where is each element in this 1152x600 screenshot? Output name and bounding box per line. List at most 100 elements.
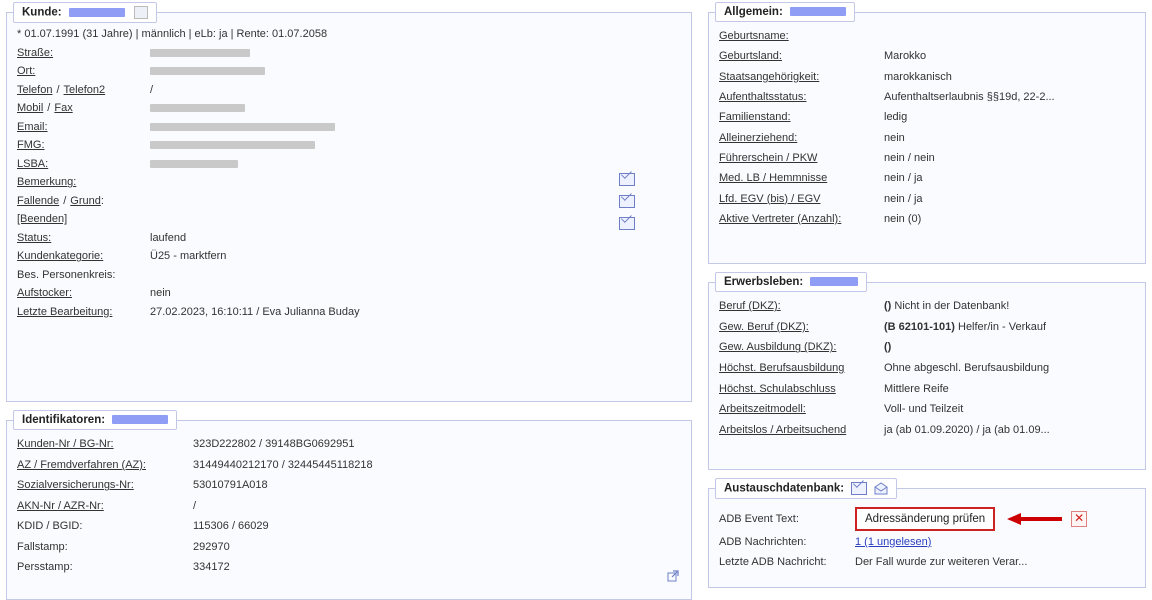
lsba-value-redacted [150,159,238,168]
allgemein-panel: Allgemein: Geburtsname: Geburtsland: Maro… [708,2,1146,264]
erwerb-row-code: () [884,300,892,313]
aufstocker-link[interactable]: Aufstocker: [17,287,150,299]
allgemein-row-label[interactable]: Alleinerziehend: [719,132,884,144]
strasse-link[interactable]: Straße: [17,47,150,59]
ident-row-label: Fallstamp: [17,540,68,553]
allgemein-row-label[interactable]: Familienstand: [719,111,884,123]
adb-panel: Austauschdatenbank: ADB Event Text: Adre… [708,478,1146,588]
allgemein-row-label[interactable]: Geburtsland: [719,50,884,62]
bemerkung-link[interactable]: Bemerkung: [17,176,76,188]
letzte-bearbeitung-link[interactable]: Letzte Bearbeitung: [17,306,150,318]
allgemein-row-label[interactable]: Med. LB / Hemmnisse [719,172,884,184]
lsba-mail-icon[interactable] [619,217,635,230]
ort-link[interactable]: Ort: [17,65,150,77]
erwerb-row-label[interactable]: Höchst. Berufsausbildung [719,362,884,374]
ident-row-label[interactable]: Sozialversicherungs-Nr: [17,479,193,491]
adb-letzte-value: Der Fall wurde zur weiteren Verar... [855,556,1028,568]
status-link[interactable]: Status: [17,232,150,244]
allgemein-row-value: Aufenthaltserlaubnis §§19d, 22-2... [884,91,1055,104]
adb-event-label: ADB Event Text: [719,512,799,525]
fax-link[interactable]: Fax [54,102,72,114]
allgemein-row-label[interactable]: Führerschein / PKW [719,152,884,164]
erwerb-legend: Erwerbsleben: [715,272,868,292]
adb-event-value[interactable]: Adressänderung prüfen [855,506,996,531]
ident-row-label[interactable]: AKN-Nr / AZR-Nr: [17,500,193,512]
allgemein-name-highlight [790,7,846,17]
grund-link[interactable]: Grund [70,195,101,207]
adb-nachrichten-link[interactable]: 1 (1 ungelesen) [855,536,931,548]
ident-row-label[interactable]: AZ / Fremdverfahren (AZ): [17,459,193,471]
erwerb-row-value: Voll- und Teilzeit [884,403,964,416]
allgemein-row-value: Marokko [884,50,927,63]
allgemein-row-value: nein / ja [884,172,923,185]
allgemein-row-value: marokkanisch [884,70,952,83]
email-link[interactable]: Email: [17,121,150,133]
kundenkategorie-link[interactable]: Kundenkategorie: [17,250,150,262]
fallende-link[interactable]: Fallende [17,195,59,207]
ident-name-highlight [112,415,169,425]
allgemein-row-label[interactable]: Lfd. EGV (bis) / EGV [719,193,884,205]
mobil-value-redacted [150,104,245,113]
aufstocker-value: nein [150,287,171,300]
erwerb-row-label[interactable]: Gew. Ausbildung (DKZ): [719,341,884,353]
ident-row-value: / [193,499,197,512]
adb-letzte-label: Letzte ADB Nachricht: [719,556,827,568]
erwerb-name-highlight [810,277,859,287]
ident-row-label: Persstamp: [17,561,73,574]
kunde-legend: Kunde: [13,2,158,23]
letzte-bearbeitung-value: 27.02.2023, 16:10:11 / Eva Julianna Buda… [150,305,360,318]
mobil-link[interactable]: Mobil [17,102,43,114]
allgemein-row-label[interactable]: Staatsangehörigkeit: [719,71,884,83]
allgemein-row-label[interactable]: Aufenthaltsstatus: [719,91,884,103]
erwerb-row-label[interactable]: Arbeitszeitmodell: [719,403,884,415]
ident-row-value: 334172 [193,561,230,574]
ident-row-value: 53010791A018 [193,479,268,492]
fmg-link[interactable]: FMG: [17,139,150,151]
ident-legend: Identifikatoren: [13,410,178,430]
telefon-link[interactable]: Telefon [17,84,52,96]
erwerb-panel: Erwerbsleben: Beruf (DKZ):() Nicht in de… [708,272,1146,470]
adb-envelope-open-icon[interactable] [874,482,888,495]
erwerb-row-value: ja (ab 01.09.2020) / ja (ab 01.09... [884,423,1050,436]
allgemein-row-label[interactable]: Geburtsname: [719,30,884,42]
fmg-value-redacted [150,141,315,150]
adb-legend: Austauschdatenbank: [715,478,897,499]
allgemein-row-value: ledig [884,111,908,124]
personenkreis-label: Bes. Personenkreis: [17,268,116,281]
adb-delete-icon[interactable]: ✕ [1071,510,1088,527]
status-value: laufend [150,231,187,244]
allgemein-row-value: nein / ja [884,192,923,205]
erwerb-row-value: Nicht in der Datenbank! [891,300,1010,313]
telefon2-link[interactable]: Telefon2 [64,84,106,96]
ident-row-value: 31449440212170 / 32445445118218 [193,458,373,471]
allgemein-row-value: nein / nein [884,151,935,164]
kunde-copy-icon[interactable] [134,6,149,19]
erwerb-row-value: Helfer/in - Verkauf [954,320,1047,333]
ort-value-redacted [150,67,265,76]
adb-nachrichten-label: ADB Nachrichten: [719,536,807,548]
external-link-icon[interactable] [667,570,679,582]
allgemein-row-value: nein [884,131,905,144]
adb-mail-icon[interactable] [851,482,868,495]
fmg-mail-icon[interactable] [619,195,635,208]
erwerb-row-label[interactable]: Gew. Beruf (DKZ): [719,321,884,333]
arrow-left-icon [1007,512,1063,525]
kunde-panel: Kunde: * 01.07.1991 (31 Jahre) | männlic… [6,2,692,402]
beenden-link[interactable]: [Beenden] [17,213,67,225]
email-mail-icon[interactable] [619,173,635,186]
allgemein-row-value: nein (0) [884,212,922,225]
ident-row-label[interactable]: Kunden-Nr / BG-Nr: [17,438,193,450]
ident-row-label: KDID / BGID: [17,520,83,533]
strasse-value-redacted [150,48,250,57]
erwerb-row-label[interactable]: Arbeitslos / Arbeitsuchend [719,424,884,436]
kunde-info-line: * 01.07.1991 (31 Jahre) | männlich | eLb… [17,28,328,41]
ident-row-value: 323D222802 / 39148BG0692951 [193,438,355,451]
erwerb-row-code: (B 62101-101) [884,320,955,333]
erwerb-row-label[interactable]: Beruf (DKZ): [719,300,884,312]
ident-row-value: 292970 [193,540,230,553]
lsba-link[interactable]: LSBA: [17,158,150,170]
email-value-redacted [150,122,335,131]
erwerb-row-label[interactable]: Höchst. Schulabschluss [719,383,884,395]
erwerb-row-code: () [884,341,892,354]
allgemein-row-label[interactable]: Aktive Vertreter (Anzahl): [719,213,884,225]
